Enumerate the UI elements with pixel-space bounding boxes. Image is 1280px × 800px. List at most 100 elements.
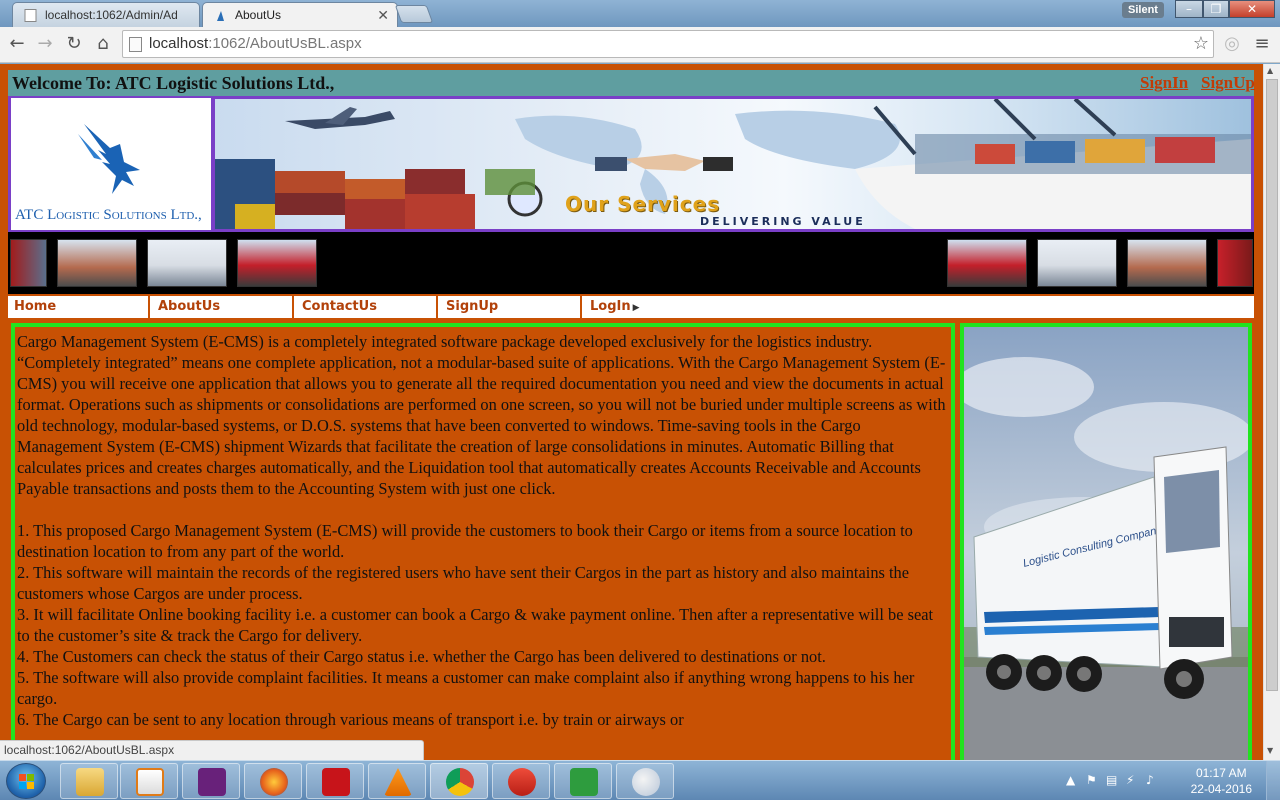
- truck-image: Logistic Consulting Company: [960, 323, 1252, 760]
- truck-thumbnail[interactable]: [147, 239, 227, 287]
- truck-thumbnail[interactable]: [947, 239, 1027, 287]
- truck-thumbnail[interactable]: [237, 239, 317, 287]
- system-tray: ▲ ⚑ ▤ ⚡ ♪ 01:17 AM 22-04-2016: [1060, 761, 1280, 800]
- visual-studio-taskbar-button[interactable]: [182, 763, 240, 799]
- company-logo: ATC Logistic Solutions Ltd.,: [11, 98, 211, 230]
- power-icon[interactable]: ⚡: [1126, 773, 1134, 787]
- chrome-icon: [446, 768, 474, 796]
- tab-aboutus[interactable]: AboutUs ✕: [202, 2, 398, 27]
- media-player-icon: [136, 768, 164, 796]
- tab-title: AboutUs: [235, 8, 282, 22]
- tab-title: localhost:1062/Admin/Ad: [45, 8, 178, 22]
- company-name: ATC Logistic Solutions Ltd.,: [15, 207, 202, 223]
- eagle-logo-icon: [78, 124, 140, 194]
- windows-logo-icon: [19, 774, 34, 789]
- vlc-icon: [384, 768, 412, 796]
- ccleaner-icon: [508, 768, 536, 796]
- vlc-taskbar-button[interactable]: [368, 763, 426, 799]
- browser-toolbar: ← → ↻ ⌂ localhost:1062/AboutUsBL.aspx ☆ …: [0, 27, 1280, 63]
- pdf-icon: [322, 768, 350, 796]
- truck-thumbnail[interactable]: [1217, 239, 1253, 287]
- about-content: Cargo Management System (E-CMS) is a com…: [11, 323, 955, 760]
- feature-point: 5. The software will also provide compla…: [17, 668, 915, 708]
- menu-login[interactable]: LogIn ▶: [584, 296, 726, 318]
- reload-icon[interactable]: ↻: [63, 33, 85, 55]
- firefox-taskbar-button[interactable]: [244, 763, 302, 799]
- truck-thumbnail[interactable]: [57, 239, 137, 287]
- feature-point: 6. The Cargo can be sent to any location…: [17, 710, 684, 729]
- welcome-bar: Welcome To: ATC Logistic Solutions Ltd.,…: [8, 70, 1255, 96]
- paint-taskbar-button[interactable]: [616, 763, 674, 799]
- page-viewport: Welcome To: ATC Logistic Solutions Ltd.,…: [0, 64, 1263, 760]
- menu-icon[interactable]: ≡: [1251, 33, 1273, 55]
- page-icon: [129, 37, 142, 52]
- new-tab-button[interactable]: [394, 5, 434, 23]
- status-bar: localhost:1062/AboutUsBL.aspx: [0, 740, 424, 760]
- page-icon: [24, 9, 37, 22]
- bookmark-star-icon[interactable]: ☆: [1193, 33, 1209, 54]
- visual-studio-icon: [198, 768, 226, 796]
- firefox-icon: [260, 768, 288, 796]
- chrome-taskbar-button[interactable]: [430, 763, 488, 799]
- acrobat-taskbar-button[interactable]: [306, 763, 364, 799]
- menu-aboutus[interactable]: AboutUs: [152, 296, 294, 318]
- action-center-icon[interactable]: ⚑: [1086, 773, 1097, 787]
- profile-badge[interactable]: Silent: [1122, 2, 1164, 18]
- show-desktop-button[interactable]: [1266, 761, 1280, 800]
- windows-taskbar: ▲ ⚑ ▤ ⚡ ♪ 01:17 AM 22-04-2016: [0, 760, 1280, 800]
- extension-icon[interactable]: ◎: [1221, 33, 1243, 55]
- services-banner: Our Services DELIVERING VALUE: [215, 99, 1251, 229]
- feature-point: 2. This software will maintain the recor…: [17, 563, 910, 603]
- banner-tagline: DELIVERING VALUE: [700, 215, 866, 228]
- sd-app-icon: [570, 768, 598, 796]
- menu-home[interactable]: Home: [8, 296, 150, 318]
- truck-thumbnail[interactable]: [10, 239, 47, 287]
- folder-icon: [76, 768, 104, 796]
- scrollbar-thumb[interactable]: [1266, 79, 1278, 691]
- feature-point: 1. This proposed Cargo Management System…: [17, 521, 913, 561]
- ccleaner-taskbar-button[interactable]: [492, 763, 550, 799]
- tab-admin[interactable]: localhost:1062/Admin/Ad: [12, 2, 200, 27]
- explorer-taskbar-button[interactable]: [60, 763, 118, 799]
- banner-services-title: Our Services: [565, 192, 721, 216]
- welcome-title: Welcome To: ATC Logistic Solutions Ltd.,: [12, 73, 335, 93]
- clock-time: 01:17 AM: [1195, 766, 1247, 780]
- paint-icon: [632, 768, 660, 796]
- volume-icon[interactable]: ♪: [1146, 773, 1154, 787]
- network-icon[interactable]: ▤: [1106, 773, 1117, 787]
- scroll-up-icon[interactable]: ▲: [1267, 66, 1273, 75]
- truck-thumbnail[interactable]: [1127, 239, 1207, 287]
- banner-illustration: [215, 99, 1251, 229]
- feature-point: 4. The Customers can check the status of…: [17, 647, 826, 666]
- maximize-button[interactable]: ❐: [1203, 0, 1229, 18]
- url-text: localhost:1062/AboutUsBL.aspx: [149, 35, 362, 52]
- truck-thumbnail[interactable]: [1037, 239, 1117, 287]
- site-favicon-icon: [217, 11, 224, 21]
- back-arrow-icon[interactable]: ←: [6, 33, 28, 55]
- main-menu: Home AboutUs ContactUs SignUp LogIn ▶: [8, 296, 1254, 318]
- window-close-button[interactable]: ✕: [1229, 0, 1275, 18]
- clock-date: 22-04-2016: [1190, 782, 1252, 796]
- submenu-arrow-icon: ▶: [632, 303, 640, 313]
- menu-contactus[interactable]: ContactUs: [296, 296, 438, 318]
- menu-signup[interactable]: SignUp: [440, 296, 582, 318]
- close-tab-icon[interactable]: ✕: [377, 7, 389, 24]
- feature-point: 3. It will facilitate Online booking fac…: [17, 605, 934, 645]
- truck-photo: Logistic Consulting Company: [964, 327, 1248, 760]
- show-hidden-icons[interactable]: ▲: [1066, 773, 1075, 787]
- vertical-scrollbar[interactable]: ▲ ▼: [1263, 64, 1280, 760]
- forward-arrow-icon[interactable]: →: [34, 33, 56, 55]
- signin-link[interactable]: SignIn: [1140, 73, 1188, 93]
- intro-paragraph: Cargo Management System (E-CMS) is a com…: [17, 332, 946, 498]
- sd-app-taskbar-button[interactable]: [554, 763, 612, 799]
- truck-marquee: [8, 232, 1254, 294]
- media-player-taskbar-button[interactable]: [120, 763, 178, 799]
- minimize-button[interactable]: –: [1175, 0, 1203, 18]
- tab-strip: localhost:1062/Admin/Ad AboutUs ✕ Silent…: [0, 0, 1280, 27]
- address-bar[interactable]: localhost:1062/AboutUsBL.aspx ☆: [122, 30, 1214, 58]
- start-button[interactable]: [6, 763, 46, 799]
- scroll-down-icon[interactable]: ▼: [1267, 746, 1273, 755]
- home-icon[interactable]: ⌂: [92, 33, 114, 55]
- clock[interactable]: 01:17 AM 22-04-2016: [1191, 765, 1252, 797]
- signup-link[interactable]: SignUp: [1201, 73, 1255, 93]
